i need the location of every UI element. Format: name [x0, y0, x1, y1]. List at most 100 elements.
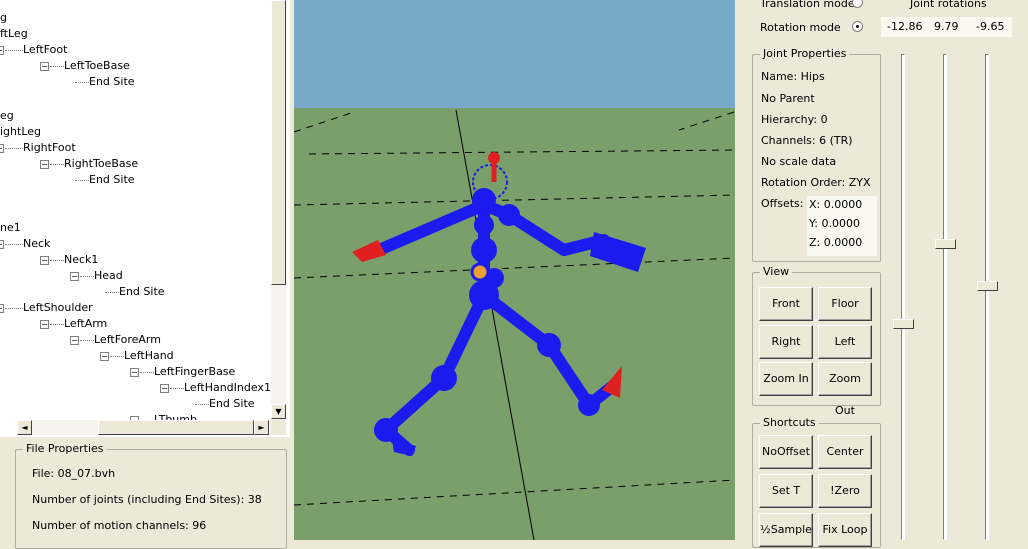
joint-properties-title: Joint Properties [760, 47, 850, 60]
tree-collapse-icon[interactable]: − [0, 239, 4, 249]
joint-rotations-title: Joint rotations [910, 0, 987, 10]
scroll-right-arrow-icon[interactable]: ► [254, 420, 269, 435]
tree-connector [5, 147, 23, 149]
translation-mode-radio[interactable] [852, 0, 863, 8]
tree-node-label: LeftToeBase [64, 59, 130, 72]
tree-node[interactable]: − Head [70, 268, 123, 284]
offset-z-value: Z: 0.0000 [809, 236, 863, 249]
center-button[interactable]: Center [818, 435, 872, 469]
tree-node[interactable]: ftLeg [0, 26, 28, 42]
tree-horizontal-scroll-thumb[interactable] [98, 420, 254, 435]
tree-connector [5, 49, 23, 51]
zero-button[interactable]: !Zero [818, 474, 872, 508]
tree-collapse-icon[interactable]: − [40, 159, 49, 169]
tree-collapse-icon[interactable]: − [40, 319, 49, 329]
fix-loop-button[interactable]: Fix Loop [818, 513, 872, 547]
tree-collapse-icon[interactable]: − [130, 367, 139, 377]
left-view-button[interactable]: Left [818, 325, 872, 359]
offset-y-value: Y: 0.0000 [809, 217, 860, 230]
view-group: View Front Floor Right Left Zoom In Zoom… [752, 265, 881, 417]
no-offset-button[interactable]: NoOffset [759, 435, 813, 469]
tree-connector [75, 81, 89, 83]
right-view-button[interactable]: Right [759, 325, 813, 359]
tree-collapse-icon[interactable]: − [160, 383, 169, 393]
rotation-x-slider-thumb[interactable] [977, 281, 998, 291]
rotation-z-value: -12.86 [887, 20, 923, 33]
tree-node-label: LeftHand [124, 349, 174, 362]
tree-node[interactable]: End Site [75, 172, 135, 188]
tree-node-label: ne1 [0, 221, 21, 234]
tree-connector [110, 355, 124, 357]
floor-view-button[interactable]: Floor [818, 287, 872, 321]
tree-node[interactable]: − LeftShoulder [0, 300, 93, 316]
tree-node[interactable]: g [0, 10, 7, 26]
scroll-left-arrow-icon[interactable]: ◄ [17, 420, 32, 435]
rotation-z-slider-thumb[interactable] [893, 319, 914, 329]
tree-node[interactable]: End Site [105, 284, 165, 300]
sky [294, 0, 735, 110]
tree-node[interactable]: − LeftHand [100, 348, 174, 364]
tree-node-label: End Site [89, 173, 135, 186]
tree-collapse-icon[interactable]: − [40, 255, 49, 265]
joint-count-label: Number of joints (including End Sites): … [32, 493, 262, 506]
hierarchy-tree[interactable]: g ftLeg − LeftFoot − LeftToeBase End Site eg igh… [0, 0, 290, 437]
tree-connector [75, 179, 89, 181]
rotation-z-slider-track[interactable] [901, 54, 905, 540]
channel-count-label: Number of motion channels: 96 [32, 519, 207, 532]
zoom-in-button[interactable]: Zoom In [759, 362, 813, 396]
tree-node-label: LeftFingerBase [154, 365, 236, 378]
tree-node[interactable]: − LeftFoot [0, 42, 67, 58]
tree-collapse-icon[interactable]: − [100, 351, 109, 361]
tree-connector [105, 291, 119, 293]
tree-node-label: RightFoot [23, 141, 76, 154]
tree-node-label: Neck [23, 237, 51, 250]
tree-node-label: g [0, 11, 7, 24]
tree-node[interactable]: ne1 [0, 220, 21, 236]
tree-node[interactable]: eg [0, 108, 14, 124]
tree-node[interactable]: End Site [75, 74, 135, 90]
tree-node[interactable]: − RightToeBase [40, 156, 138, 172]
tree-collapse-icon[interactable]: − [40, 61, 49, 71]
tree-collapse-icon[interactable]: − [0, 45, 4, 55]
front-view-button[interactable]: Front [759, 287, 813, 321]
file-properties-group: File Properties File: 08_07.bvh Number o… [15, 442, 287, 549]
head-end-site-marker [488, 152, 500, 164]
rotation-y-slider-track[interactable] [943, 54, 947, 540]
tree-collapse-icon[interactable]: − [70, 335, 79, 345]
tree-node-label: LeftFoot [23, 43, 68, 56]
hips-selected-marker [470, 262, 490, 282]
scroll-down-arrow-icon[interactable]: ▼ [271, 404, 286, 419]
tree-node[interactable]: − Neck1 [40, 252, 98, 268]
tree-connector [5, 307, 23, 309]
rotation-x-slider-track[interactable] [985, 54, 989, 540]
tree-connector [50, 163, 64, 165]
tree-collapse-icon[interactable]: − [0, 143, 4, 153]
tree-vertical-scroll-thumb[interactable] [271, 0, 286, 285]
rotation-mode-radio[interactable] [852, 21, 863, 32]
set-t-button[interactable]: Set T [759, 474, 813, 508]
tree-node[interactable]: − LeftHandIndex1 [160, 380, 271, 396]
tree-node-label: ightLeg [0, 125, 42, 138]
3d-viewport[interactable] [294, 0, 735, 540]
tree-node-label: Neck1 [64, 253, 99, 266]
tree-node[interactable]: − LeftForeArm [70, 332, 161, 348]
rotation-y-slider-thumb[interactable] [935, 239, 956, 249]
zoom-out-button[interactable]: Zoom Out [818, 362, 872, 417]
shortcuts-title: Shortcuts [760, 416, 819, 429]
tree-connector [80, 275, 94, 277]
joint-rotation-order-label: Rotation Order: ZYX [761, 176, 871, 189]
tree-node[interactable]: − LeftToeBase [40, 58, 130, 74]
tree-node[interactable]: − RightFoot [0, 140, 76, 156]
tree-node[interactable]: ightLeg [0, 124, 41, 140]
tree-collapse-icon[interactable]: − [70, 271, 79, 281]
tree-node[interactable]: − Neck [0, 236, 50, 252]
half-sample-button[interactable]: ½Sample [759, 513, 813, 547]
rotation-x-value: -9.65 [976, 20, 1005, 33]
tree-node[interactable]: End Site [195, 396, 255, 412]
tree-node[interactable]: − LeftArm [40, 316, 107, 332]
tree-connector [195, 403, 209, 405]
tree-collapse-icon[interactable]: − [0, 303, 4, 313]
skeleton-scene[interactable] [294, 0, 735, 540]
tree-node-label: LeftArm [64, 317, 108, 330]
tree-node[interactable]: − LeftFingerBase [130, 364, 235, 380]
